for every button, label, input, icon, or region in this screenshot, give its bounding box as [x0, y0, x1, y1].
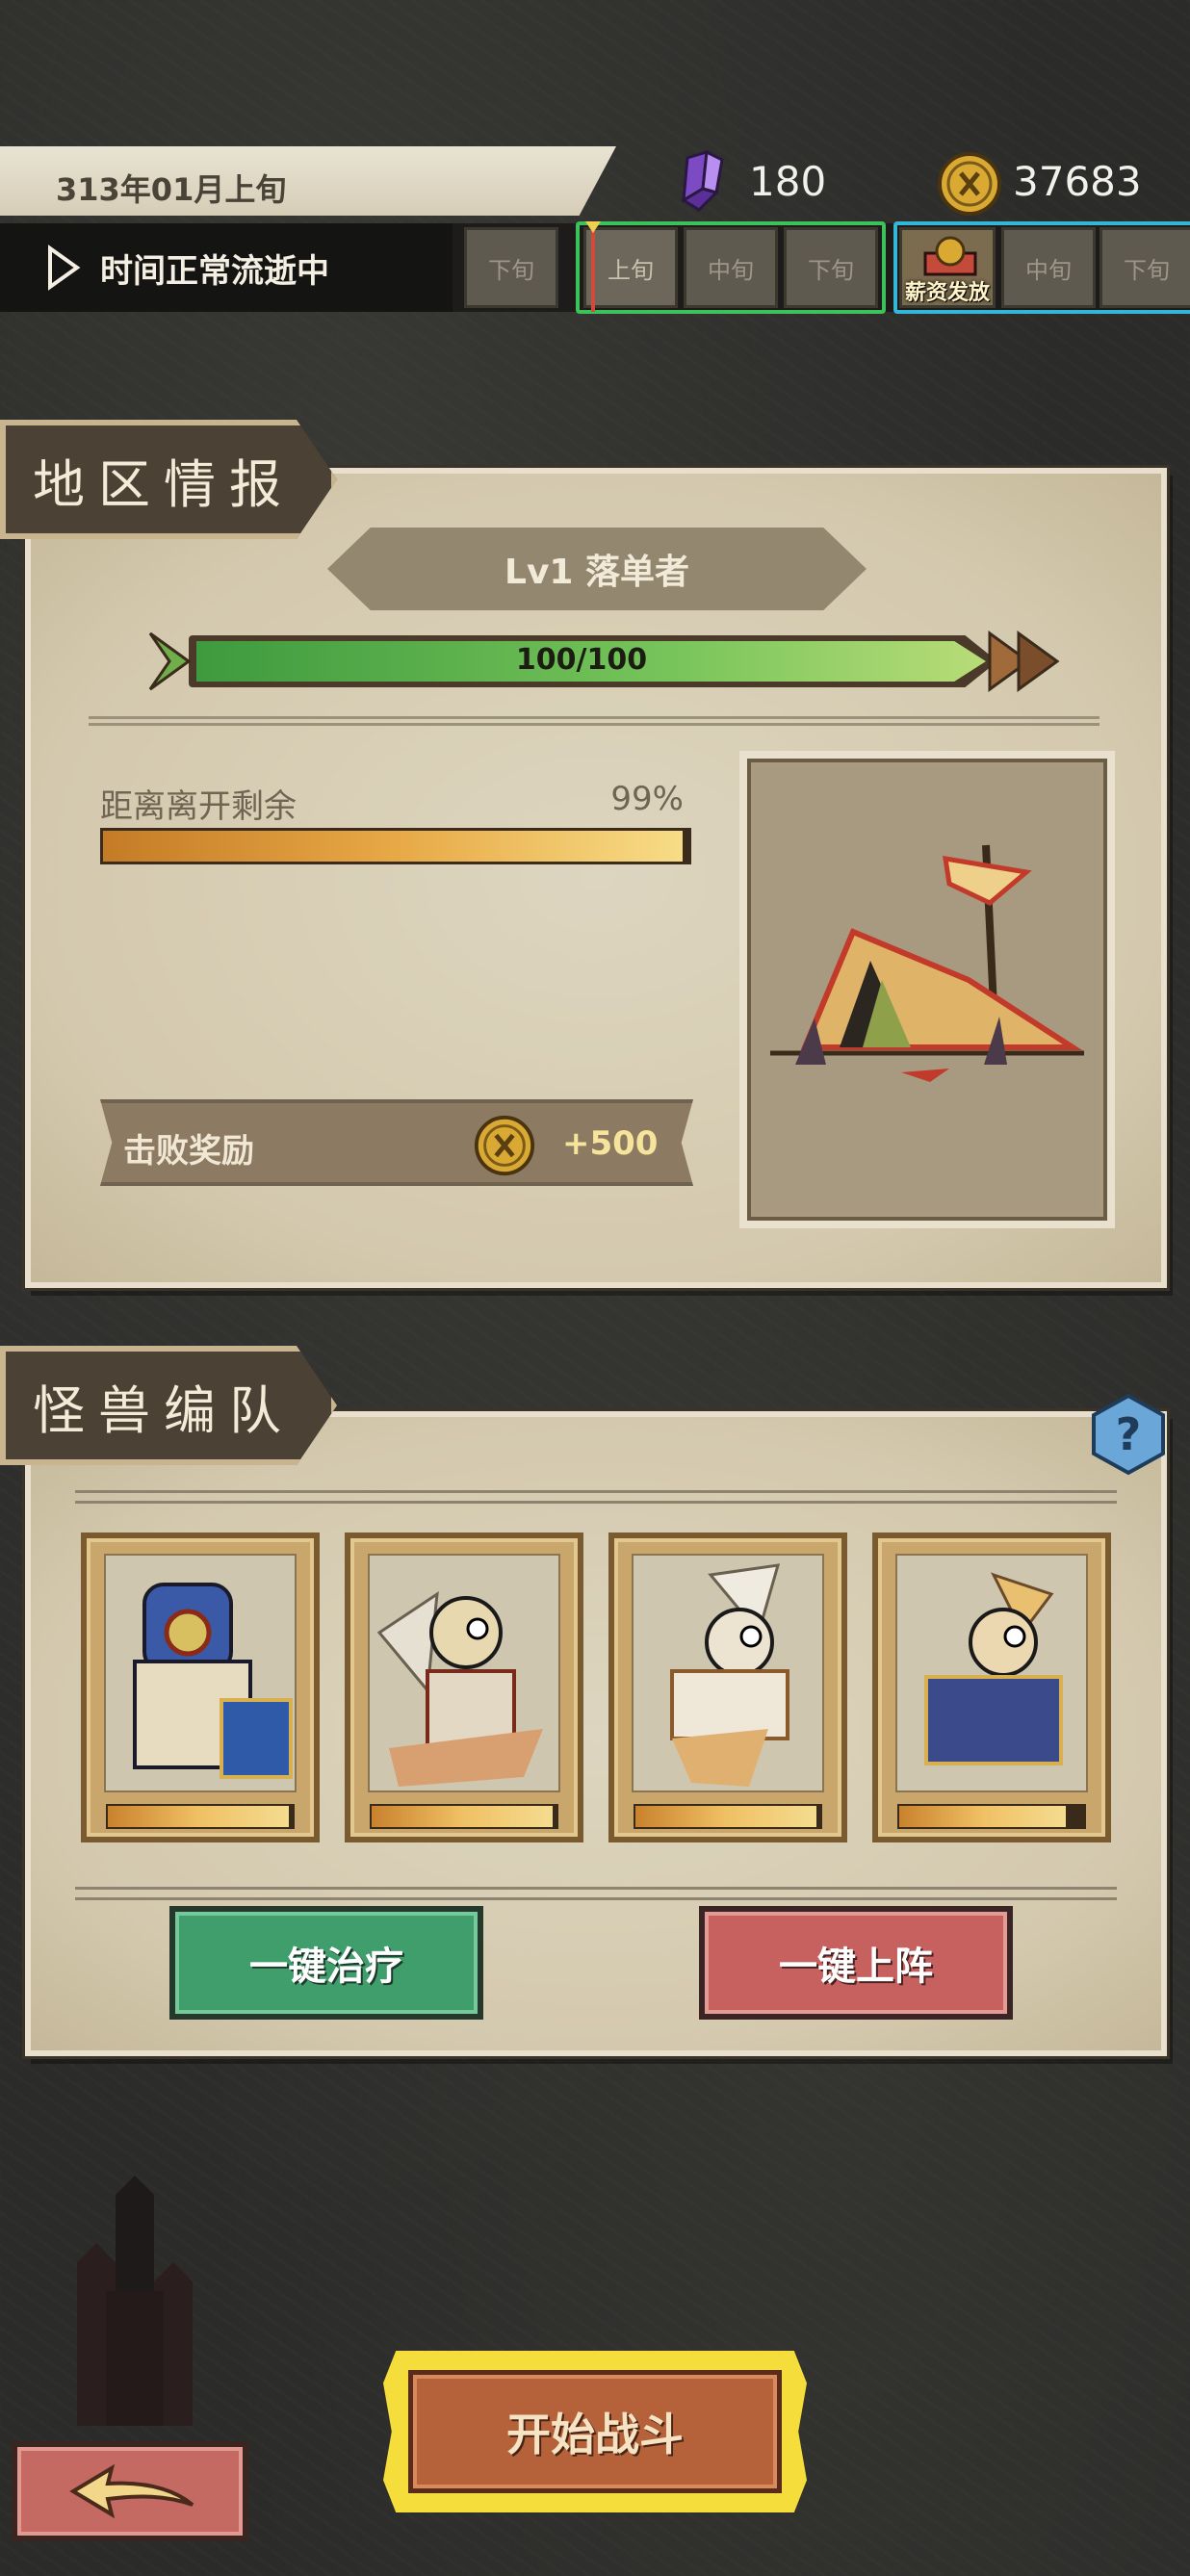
- start-battle-button[interactable]: 开始战斗: [408, 2370, 782, 2493]
- play-icon: [48, 245, 81, 291]
- monster-portrait-winged-skull: [368, 1554, 560, 1792]
- enemy-title: Lv1 落单者: [504, 553, 689, 592]
- monster-card[interactable]: [872, 1533, 1111, 1842]
- leave-countdown-fill: [103, 831, 683, 862]
- tent-camp-icon: [755, 766, 1099, 1213]
- crystal-count: 180: [749, 158, 827, 205]
- castle-icon: [77, 2176, 193, 2426]
- svg-text:?: ?: [1116, 1408, 1142, 1460]
- defeat-reward-label: 击败奖励: [123, 1132, 254, 1171]
- payday-coins-icon: [923, 236, 977, 276]
- monster-card[interactable]: [81, 1533, 320, 1842]
- hp-bar-right-cap-icon: [988, 631, 1060, 692]
- monster-hp-fill: [108, 1806, 290, 1827]
- coin-icon: [938, 152, 1001, 216]
- leave-countdown-bar: [100, 828, 691, 864]
- back-button[interactable]: [12, 2441, 248, 2541]
- region-header-text: 地区情报: [33, 453, 295, 515]
- start-battle-label: 开始战斗: [506, 2409, 684, 2460]
- team-header-text: 怪兽编队: [33, 1379, 295, 1441]
- scroll-ornament-top: [75, 1490, 1117, 1504]
- deploy-all-label: 一键上阵: [779, 1945, 933, 1989]
- leave-countdown-label: 距离离开剩余: [100, 787, 297, 826]
- scroll-ornament-bottom: [75, 1887, 1117, 1900]
- monster-portrait-blue-knight: [104, 1554, 297, 1792]
- timeline-slot: 下旬: [784, 227, 878, 308]
- monster-hp-bar: [897, 1804, 1086, 1829]
- timeline-slot: 中旬: [684, 227, 778, 308]
- hp-bar-left-cap-icon: [148, 631, 192, 691]
- timeline-slot: 下旬: [464, 227, 558, 308]
- monster-hp-bar: [106, 1804, 295, 1829]
- leave-countdown-percent: 99%: [610, 780, 684, 818]
- date-banner: 313年01月上旬: [0, 146, 616, 216]
- gold-count: 37683: [1013, 158, 1142, 205]
- time-status-toggle[interactable]: 时间正常流逝中: [0, 223, 453, 312]
- monster-hp-fill: [899, 1806, 1066, 1827]
- time-cursor-icon: [585, 221, 601, 312]
- monster-hp-bar: [370, 1804, 558, 1829]
- monster-portrait-white-armored: [632, 1554, 824, 1792]
- timeline-slot: 中旬: [1001, 227, 1096, 308]
- enemy-portrait-frame: [739, 751, 1115, 1228]
- help-icon[interactable]: ?: [1086, 1392, 1171, 1477]
- monster-portrait-golden-knight: [895, 1554, 1088, 1792]
- date-text: 313年01月上旬: [56, 171, 287, 208]
- back-arrow-icon: [69, 2463, 194, 2519]
- heal-all-label: 一键治疗: [249, 1945, 403, 1989]
- timeline-slot: 下旬: [1099, 227, 1190, 308]
- monster-hp-fill: [372, 1806, 554, 1827]
- monster-card[interactable]: [608, 1533, 847, 1842]
- heal-all-button[interactable]: 一键治疗: [169, 1906, 483, 2020]
- deploy-all-button[interactable]: 一键上阵: [699, 1906, 1013, 2020]
- region-header-tab: 地区情报: [0, 420, 337, 539]
- team-header-tab: 怪兽编队: [0, 1346, 337, 1465]
- payday-label: 薪资发放: [904, 281, 990, 305]
- reward-coin-icon: [474, 1115, 535, 1176]
- monster-hp-bar: [634, 1804, 822, 1829]
- panel-divider: [89, 716, 1099, 726]
- enemy-title-ribbon: Lv1 落单者: [327, 528, 867, 610]
- monster-card[interactable]: [345, 1533, 583, 1842]
- time-status-text: 时间正常流逝中: [100, 251, 329, 291]
- crystal-icon: [681, 150, 724, 212]
- defeat-reward-value: +500: [562, 1124, 659, 1163]
- monster-hp-fill: [635, 1806, 817, 1827]
- enemy-hp-text: 100/100: [515, 643, 648, 677]
